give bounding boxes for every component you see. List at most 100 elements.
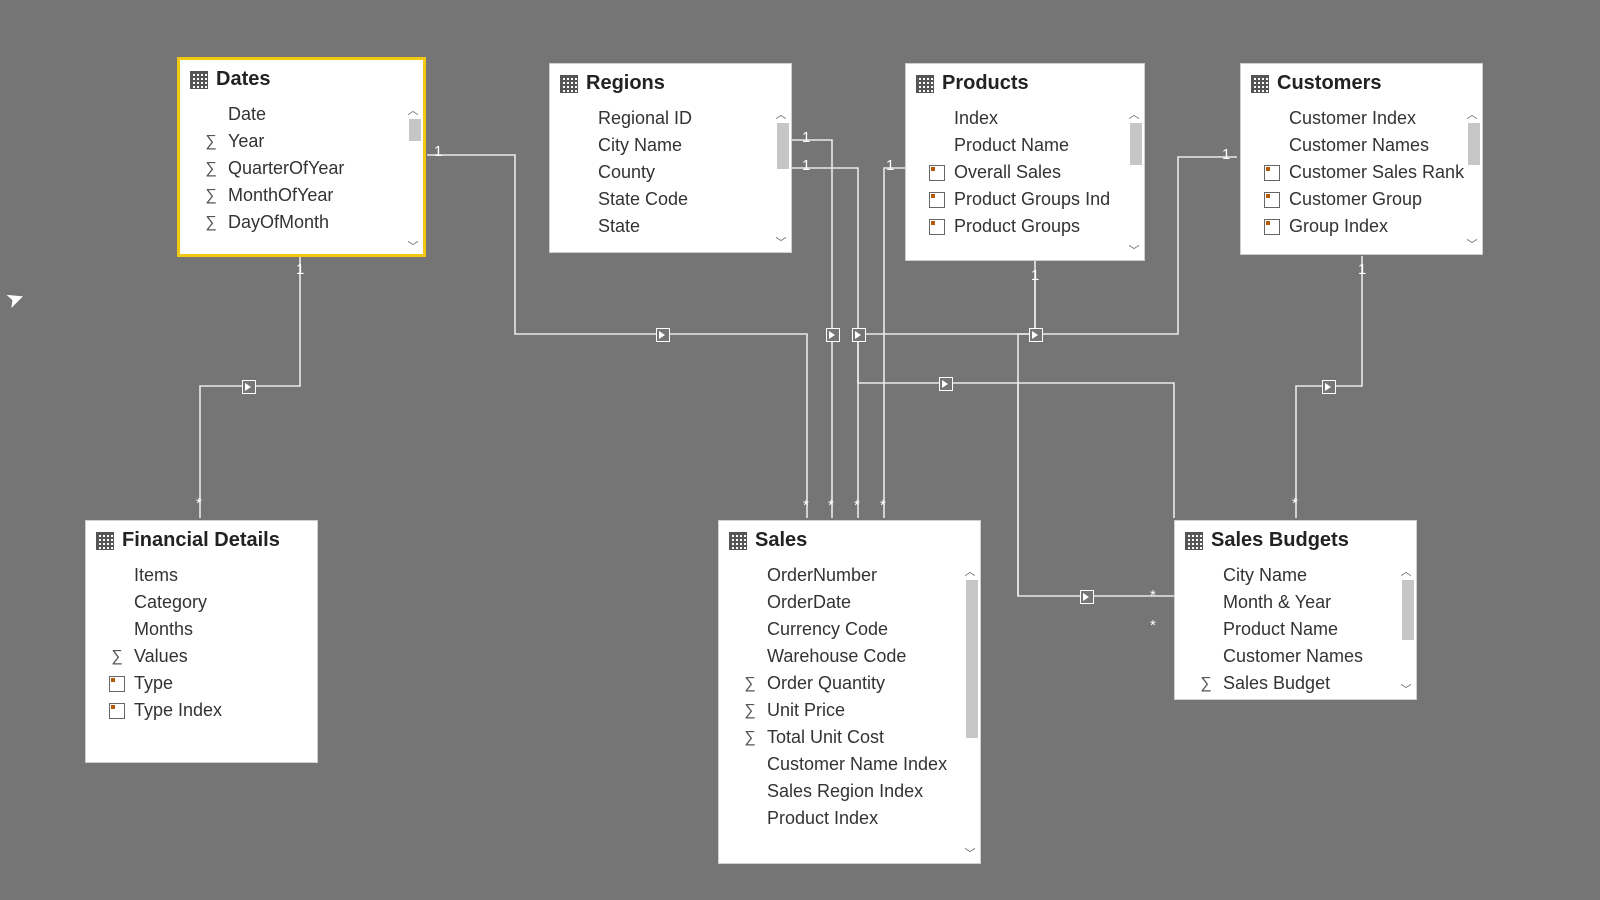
table-header[interactable]: Sales Budgets — [1175, 521, 1416, 560]
calculated-column-icon — [108, 676, 126, 692]
calculated-column-icon — [108, 703, 126, 719]
table-header[interactable]: Products — [906, 64, 1144, 103]
field-row[interactable]: Month & Year — [1175, 589, 1416, 616]
field-list: Regional IDCity Name County State CodeStat… — [550, 103, 791, 255]
field-row[interactable]: ∑Total Unit Cost — [719, 724, 980, 751]
field-row[interactable]: Customer Name Index — [719, 751, 980, 778]
field-row[interactable]: OrderDate — [719, 589, 980, 616]
field-row[interactable]: Customer Names — [1241, 132, 1482, 159]
table-products[interactable]: Products IndexProduct NameOverall SalesP… — [905, 63, 1145, 261]
card-label: * — [1150, 588, 1156, 603]
scrollbar[interactable]: ︿ ﹀ — [962, 564, 978, 862]
table-dates[interactable]: Dates Date∑Year∑QuarterOfYear∑MonthOfYea… — [177, 57, 426, 257]
field-row[interactable]: Product Index — [719, 805, 980, 832]
field-row[interactable]: Group Index — [1241, 213, 1482, 240]
table-financial-details[interactable]: Financial Details ItemsCategory Months ∑Va… — [85, 520, 318, 763]
table-regions[interactable]: Regions Regional IDCity Name County State … — [549, 63, 792, 253]
field-row[interactable]: State — [550, 213, 791, 240]
field-row[interactable]: Product Name — [906, 132, 1144, 159]
field-row[interactable]: ∑Unit Price — [719, 697, 980, 724]
scrollbar[interactable]: ︿ ﹀ — [405, 103, 421, 255]
scroll-up-icon[interactable]: ︿ — [962, 564, 978, 580]
table-title: Sales Budgets — [1211, 529, 1349, 552]
field-row[interactable]: Months — [86, 616, 317, 643]
table-sales-budgets[interactable]: Sales Budgets City NameMonth & YearProdu… — [1174, 520, 1417, 700]
scroll-up-icon[interactable]: ︿ — [1464, 107, 1480, 123]
table-header[interactable]: Sales — [719, 521, 980, 560]
table-header[interactable]: Customers — [1241, 64, 1482, 103]
field-label: Total Unit Cost — [767, 727, 884, 748]
scrollbar[interactable]: ︿ ﹀ — [1126, 107, 1142, 259]
field-label: Customer Names — [1289, 135, 1429, 156]
field-row[interactable]: County — [550, 159, 791, 186]
table-header[interactable]: Financial Details — [86, 521, 317, 560]
scroll-down-icon[interactable]: ﹀ — [405, 239, 421, 255]
scroll-up-icon[interactable]: ︿ — [773, 107, 789, 123]
field-row[interactable]: Warehouse Code — [719, 643, 980, 670]
field-row[interactable]: Currency Code — [719, 616, 980, 643]
field-row[interactable]: City Name — [1175, 562, 1416, 589]
table-sales[interactable]: Sales OrderNumber OrderDateCurrency CodeW… — [718, 520, 981, 864]
field-label: County — [598, 162, 655, 183]
field-row[interactable]: Items — [86, 562, 317, 589]
scrollbar[interactable]: ︿ ﹀ — [1464, 107, 1480, 253]
field-row[interactable]: Type — [86, 670, 317, 697]
field-row[interactable]: City Name — [550, 132, 791, 159]
field-row[interactable]: ∑Sales Budget — [1175, 670, 1416, 697]
field-row[interactable]: ∑QuarterOfYear — [180, 155, 423, 182]
field-list: ItemsCategory Months ∑Values Type Type Index — [86, 560, 317, 764]
field-label: Type Index — [134, 700, 222, 721]
relationship-joint — [1080, 590, 1094, 604]
table-header[interactable]: Regions — [550, 64, 791, 103]
scroll-down-icon[interactable]: ﹀ — [962, 846, 978, 862]
field-label: Type — [134, 673, 173, 694]
field-list: IndexProduct NameOverall SalesProduct Gr… — [906, 103, 1144, 263]
scroll-down-icon[interactable]: ﹀ — [1464, 237, 1480, 253]
field-row[interactable]: Customer Names — [1175, 643, 1416, 670]
field-row[interactable]: Category — [86, 589, 317, 616]
field-row[interactable]: Customer Group — [1241, 186, 1482, 213]
card-label: * — [803, 498, 809, 513]
field-row[interactable]: ∑MonthOfYear — [180, 182, 423, 209]
field-row[interactable]: ∑DayOfMonth — [180, 209, 423, 236]
field-row[interactable]: Index — [906, 105, 1144, 132]
field-row[interactable]: Type Index — [86, 697, 317, 724]
table-header[interactable]: Dates — [180, 60, 423, 99]
field-row[interactable]: State Code — [550, 186, 791, 213]
calculated-column-icon — [928, 165, 946, 181]
table-title: Sales — [755, 529, 807, 552]
model-canvas[interactable]: 1 * 1 1 1 1 1 1 1 * * * * * * * Dates Da… — [0, 0, 1600, 900]
field-list: Date∑Year∑QuarterOfYear∑MonthOfYear∑DayO… — [180, 99, 423, 259]
field-label: Months — [134, 619, 193, 640]
field-label: Customer Sales Rank — [1289, 162, 1464, 183]
field-row[interactable]: ∑Year — [180, 128, 423, 155]
scrollbar[interactable]: ︿ ﹀ — [773, 107, 789, 251]
field-row[interactable]: OrderNumber — [719, 562, 980, 589]
table-customers[interactable]: Customers Customer Index Customer Names Cu… — [1240, 63, 1483, 255]
field-row[interactable]: Overall Sales — [906, 159, 1144, 186]
field-row[interactable]: ∑Values — [86, 643, 317, 670]
scroll-up-icon[interactable]: ︿ — [1398, 564, 1414, 580]
card-label: * — [880, 498, 886, 513]
field-row[interactable]: ∑Order Quantity — [719, 670, 980, 697]
table-title: Regions — [586, 72, 665, 95]
field-row[interactable]: Product Groups Ind — [906, 186, 1144, 213]
scroll-up-icon[interactable]: ︿ — [405, 103, 421, 119]
field-row[interactable]: Sales Region Index — [719, 778, 980, 805]
sigma-icon: ∑ — [108, 648, 126, 666]
field-row[interactable]: Product Name — [1175, 616, 1416, 643]
field-label: OrderNumber — [767, 565, 877, 586]
scrollbar[interactable]: ︿ ﹀ — [1398, 564, 1414, 698]
field-row[interactable]: Date — [180, 101, 423, 128]
field-row[interactable]: Customer Index — [1241, 105, 1482, 132]
scroll-down-icon[interactable]: ﹀ — [1126, 243, 1142, 259]
card-label: 1 — [1358, 262, 1366, 277]
field-row[interactable]: Product Groups — [906, 213, 1144, 240]
scroll-up-icon[interactable]: ︿ — [1126, 107, 1142, 123]
field-row[interactable]: Regional ID — [550, 105, 791, 132]
mouse-cursor-icon: ➤ — [2, 284, 28, 315]
field-row[interactable]: Customer Sales Rank — [1241, 159, 1482, 186]
scroll-down-icon[interactable]: ﹀ — [773, 235, 789, 251]
scroll-down-icon[interactable]: ﹀ — [1398, 682, 1414, 698]
relationship-joint — [852, 328, 866, 342]
